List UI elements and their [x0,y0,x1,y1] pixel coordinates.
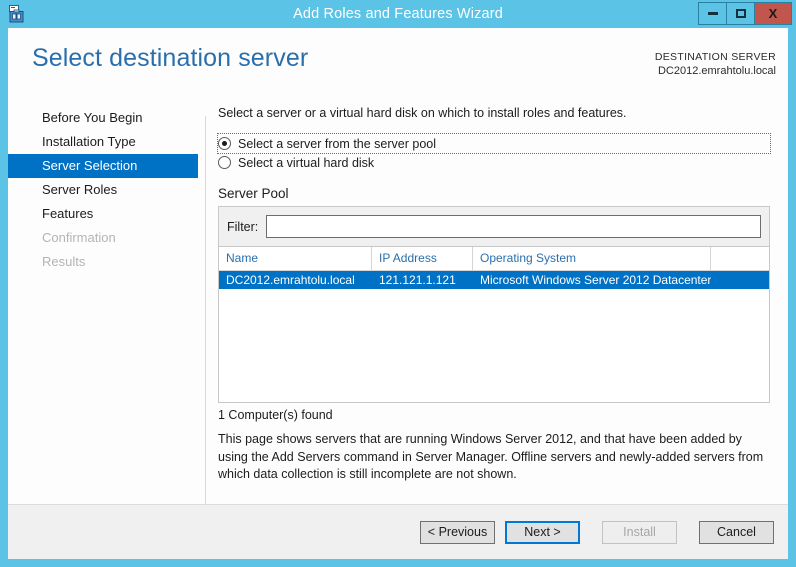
footer-button-bar: < Previous Next > Install Cancel [8,505,788,559]
destination-server-label: DESTINATION SERVER [654,51,776,63]
cell-extra [711,271,769,289]
sidebar-item-confirmation: Confirmation [42,230,116,245]
maximize-button[interactable] [726,2,755,25]
install-button: Install [602,520,677,544]
table-row[interactable]: DC2012.emrahtolu.local 121.121.1.121 Mic… [219,271,769,289]
intro-text: Select a server or a virtual hard disk o… [218,106,627,120]
main-content: Select a server or a virtual hard disk o… [217,106,778,484]
column-header-extra[interactable] [711,247,769,270]
server-pool-heading: Server Pool [218,186,289,201]
client-area: Select destination server DESTINATION SE… [8,28,788,559]
cell-operating-system: Microsoft Windows Server 2012 Datacenter [480,273,711,287]
window-title: Add Roles and Features Wizard [293,6,503,22]
sidebar-item-server-roles[interactable]: Server Roles [8,178,198,202]
maximize-icon [735,9,746,18]
sidebar-item-results: Results [42,254,86,269]
server-table-body: DC2012.emrahtolu.local 121.121.1.121 Mic… [219,271,769,402]
radio-virtual-hard-disk-label: Select a virtual hard disk [238,155,375,170]
title-bar: Add Roles and Features Wizard X [0,0,796,28]
filter-label: Filter: [227,219,259,234]
cancel-button[interactable]: Cancel [699,520,774,544]
column-header-operating-system[interactable]: Operating System [473,247,711,270]
computers-found-text: 1 Computer(s) found [218,408,333,422]
previous-button[interactable]: < Previous [420,520,495,544]
column-header-ip-address[interactable]: IP Address [372,247,473,270]
radio-unselected-icon [218,156,231,169]
destination-server-block: DESTINATION SERVER DC2012.emrahtolu.loca… [655,50,776,78]
close-button[interactable]: X [754,2,792,25]
radio-server-pool-label: Select a server from the server pool [238,136,436,151]
server-pool-panel: Filter: Name IP Address Operating System… [218,206,770,403]
filter-input[interactable] [266,215,761,238]
radio-virtual-hard-disk[interactable]: Select a virtual hard disk [218,153,778,172]
radio-server-pool[interactable]: Select a server from the server pool [217,133,771,154]
column-header-name[interactable]: Name [219,247,372,270]
cell-ip-address: 121.121.1.121 [379,273,456,287]
page-header: Select destination server DESTINATION SE… [8,28,788,93]
minimize-button[interactable] [698,2,727,25]
page-description: This page shows servers that are running… [218,432,764,481]
server-table-header: Name IP Address Operating System [219,247,769,271]
destination-server-value: DC2012.emrahtolu.local [657,65,776,77]
sidebar-item-installation-type[interactable]: Installation Type [8,130,198,154]
sidebar-item-server-selection[interactable]: Server Selection [8,154,198,178]
sidebar-item-features[interactable]: Features [8,202,198,226]
radio-selected-icon [218,137,231,150]
window-controls: X [698,2,792,26]
minimize-icon [707,12,718,15]
nav-content-divider [205,116,206,525]
cell-name: DC2012.emrahtolu.local [226,273,355,287]
wizard-nav: Before You Begin Installation Type Serve… [8,106,198,274]
sidebar-item-before-you-begin[interactable]: Before You Begin [8,106,198,130]
page-title: Select destination server [32,44,309,72]
filter-bar: Filter: [219,207,769,247]
wizard-window: Add Roles and Features Wizard X Select d… [0,0,796,567]
next-button[interactable]: Next > [505,520,580,544]
